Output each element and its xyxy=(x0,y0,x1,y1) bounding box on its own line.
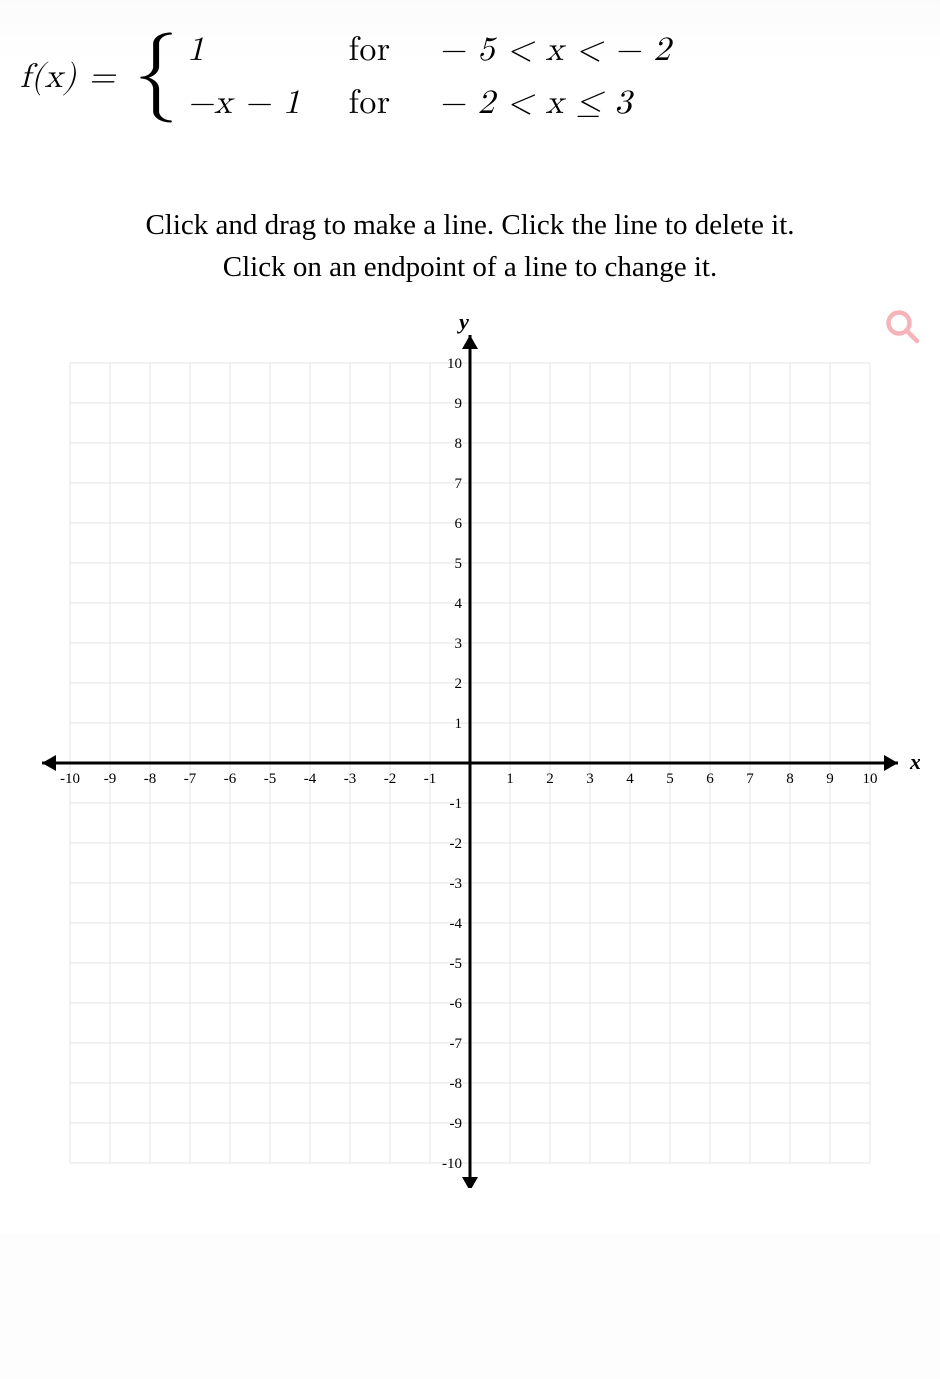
instructions-line: Click on an endpoint of a line to change… xyxy=(60,246,880,288)
svg-text:5: 5 xyxy=(666,771,674,787)
svg-text:7: 7 xyxy=(455,476,463,492)
svg-text:1: 1 xyxy=(455,716,463,732)
svg-text:-9: -9 xyxy=(450,1116,463,1132)
piece-for: for xyxy=(349,83,391,124)
svg-text:9: 9 xyxy=(826,771,834,787)
svg-text:-2: -2 xyxy=(384,771,397,787)
brace-icon: { xyxy=(134,38,180,108)
svg-text:9: 9 xyxy=(455,396,463,412)
svg-text:-10: -10 xyxy=(60,771,80,787)
svg-text:6: 6 xyxy=(455,516,463,532)
instructions: Click and drag to make a line. Click the… xyxy=(60,204,880,288)
formula-cases: 1 for − 5 < x < − 2 −x − 1 for − 2 < x ≤… xyxy=(187,30,671,124)
graph-area[interactable]: -10 -9 -8 -7 -6 -5 -4 -3 -2 -1 1 2 3 4 5 6 7 8 9 10 -10 -9 -8 -… xyxy=(20,308,920,1193)
svg-text:-7: -7 xyxy=(184,771,197,787)
svg-text:1: 1 xyxy=(506,771,514,787)
svg-text:-4: -4 xyxy=(304,771,317,787)
svg-text:-8: -8 xyxy=(144,771,157,787)
piece-expr: 1 xyxy=(187,30,300,71)
svg-text:-3: -3 xyxy=(344,771,357,787)
page-root: f(x) = { 1 for − 5 < x < − 2 −x − 1 for … xyxy=(0,0,940,1233)
svg-text:8: 8 xyxy=(786,771,794,787)
svg-text:-3: -3 xyxy=(450,876,463,892)
svg-text:-1: -1 xyxy=(424,771,437,787)
piece-cond: − 2 < x ≤ 3 xyxy=(439,83,671,124)
zoom-icon[interactable] xyxy=(884,308,920,344)
svg-text:-7: -7 xyxy=(450,1036,463,1052)
svg-text:3: 3 xyxy=(586,771,594,787)
formula-lhs: f(x) = xyxy=(20,57,116,98)
svg-text:-1: -1 xyxy=(450,796,463,812)
piece-expr: −x − 1 xyxy=(187,83,300,124)
svg-text:7: 7 xyxy=(746,771,754,787)
piecewise-formula: f(x) = { 1 for − 5 < x < − 2 −x − 1 for … xyxy=(20,30,920,124)
piece-for: for xyxy=(349,30,391,71)
svg-text:-8: -8 xyxy=(450,1076,463,1092)
svg-text:-10: -10 xyxy=(442,1156,462,1172)
svg-text:6: 6 xyxy=(706,771,714,787)
svg-text:4: 4 xyxy=(626,771,634,787)
y-axis-label: y xyxy=(456,309,469,334)
svg-text:-5: -5 xyxy=(450,956,463,972)
svg-text:-4: -4 xyxy=(450,916,463,932)
svg-text:8: 8 xyxy=(455,436,463,452)
svg-text:2: 2 xyxy=(546,771,554,787)
svg-text:4: 4 xyxy=(455,596,463,612)
piece-cond: − 5 < x < − 2 xyxy=(439,30,671,71)
svg-text:-2: -2 xyxy=(450,836,463,852)
svg-text:5: 5 xyxy=(455,556,463,572)
coordinate-plane[interactable]: -10 -9 -8 -7 -6 -5 -4 -3 -2 -1 1 2 3 4 5 6 7 8 9 10 -10 -9 -8 -… xyxy=(20,308,920,1188)
instructions-line: Click and drag to make a line. Click the… xyxy=(60,204,880,246)
svg-text:-6: -6 xyxy=(224,771,237,787)
svg-text:-6: -6 xyxy=(450,996,463,1012)
svg-text:-5: -5 xyxy=(264,771,277,787)
svg-text:10: 10 xyxy=(863,771,878,787)
x-axis-label: x xyxy=(909,749,920,774)
svg-text:3: 3 xyxy=(455,636,463,652)
svg-text:-9: -9 xyxy=(104,771,117,787)
svg-text:2: 2 xyxy=(455,676,463,692)
svg-text:10: 10 xyxy=(447,356,462,372)
